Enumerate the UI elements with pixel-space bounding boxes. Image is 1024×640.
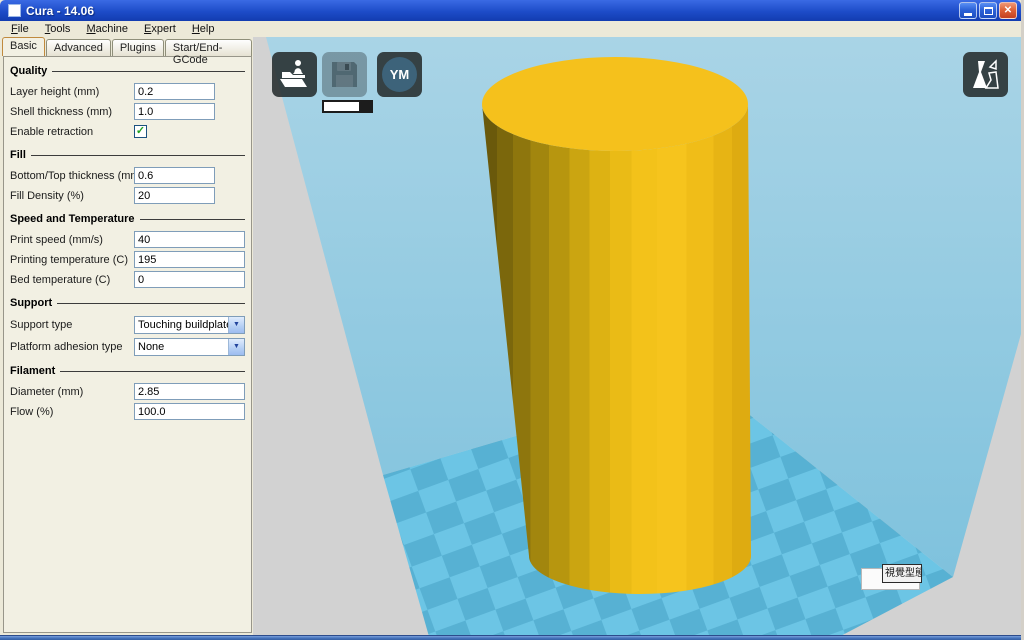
bottom-top-thickness-label: Bottom/Top thickness (mm) <box>10 170 134 182</box>
print-speed-label: Print speed (mm/s) <box>10 234 134 246</box>
app-icon <box>8 4 21 17</box>
view-mode-icon <box>969 58 1002 91</box>
close-button[interactable]: ✕ <box>999 2 1017 19</box>
youmagine-logo: YM <box>382 57 417 92</box>
view-mode-tooltip: 視覺型態 <box>882 564 922 583</box>
section-rule <box>52 71 245 72</box>
support-type-label: Support type <box>10 319 134 331</box>
section-fill: Fill Bottom/Top thickness (mm) Fill Dens… <box>10 149 245 204</box>
section-rule <box>31 155 245 156</box>
tab-plugins[interactable]: Plugins <box>112 39 164 56</box>
titlebar[interactable]: Cura - 14.06 ✕ <box>0 0 1021 21</box>
model-cylinder-top[interactable] <box>482 57 748 151</box>
enable-retraction-checkbox[interactable]: ✓ <box>134 125 147 138</box>
section-rule <box>57 303 245 304</box>
section-quality: Quality Layer height (mm) Shell thicknes… <box>10 65 245 140</box>
section-title: Filament <box>10 365 55 377</box>
bed-temperature-label: Bed temperature (C) <box>10 274 134 286</box>
settings-column: Basic Advanced Plugins Start/End-GCode Q… <box>0 37 253 635</box>
section-speed-temperature: Speed and Temperature Print speed (mm/s)… <box>10 213 245 288</box>
menu-machine[interactable]: Machine <box>78 23 136 35</box>
enable-retraction-label: Enable retraction <box>10 126 134 138</box>
tab-bar: Basic Advanced Plugins Start/End-GCode <box>0 37 253 56</box>
section-filament: Filament Diameter (mm) Flow (%) <box>10 365 245 420</box>
menu-expert[interactable]: Expert <box>136 23 184 35</box>
cura-window: Cura - 14.06 ✕ File Tools Machine Expert… <box>0 0 1024 640</box>
section-title: Speed and Temperature <box>10 213 135 225</box>
flow-input[interactable] <box>134 403 245 420</box>
settings-panel: Quality Layer height (mm) Shell thicknes… <box>3 56 252 633</box>
menu-help[interactable]: Help <box>184 23 223 35</box>
layer-height-label: Layer height (mm) <box>10 86 134 98</box>
tab-basic[interactable]: Basic <box>2 37 45 56</box>
bed-temperature-input[interactable] <box>134 271 245 288</box>
flow-label: Flow (%) <box>10 406 134 418</box>
slice-progress-fill <box>324 102 359 111</box>
shell-thickness-label: Shell thickness (mm) <box>10 106 134 118</box>
view-mode-button[interactable] <box>963 52 1008 97</box>
platform-adhesion-select[interactable]: None ▼ <box>134 338 245 356</box>
printing-temperature-label: Printing temperature (C) <box>10 254 134 266</box>
section-rule <box>140 219 246 220</box>
load-model-button[interactable] <box>272 52 317 97</box>
minimize-button[interactable] <box>959 2 977 19</box>
shell-thickness-input[interactable] <box>134 103 215 120</box>
slice-progress-bar <box>322 100 373 113</box>
section-rule <box>60 371 245 372</box>
platform-adhesion-label: Platform adhesion type <box>10 341 134 353</box>
chevron-down-icon[interactable]: ▼ <box>228 339 244 355</box>
minimize-icon <box>964 13 972 16</box>
save-toolpath-button[interactable] <box>322 52 367 97</box>
window-border-bottom <box>0 635 1021 640</box>
scene-3d[interactable] <box>253 37 1021 635</box>
fill-density-label: Fill Density (%) <box>10 190 134 202</box>
section-title: Support <box>10 297 52 309</box>
diameter-input[interactable] <box>134 383 245 400</box>
section-support: Support Support type Touching buildplate… <box>10 297 245 356</box>
printing-temperature-input[interactable] <box>134 251 245 268</box>
fill-density-input[interactable] <box>134 187 215 204</box>
chevron-down-icon[interactable]: ▼ <box>228 317 244 333</box>
support-type-select[interactable]: Touching buildplate ▼ <box>134 316 245 334</box>
load-model-icon <box>278 58 311 91</box>
restore-icon <box>984 7 993 15</box>
check-icon: ✓ <box>136 126 145 137</box>
window-title: Cura - 14.06 <box>26 4 959 18</box>
tab-start-end-gcode[interactable]: Start/End-GCode <box>165 39 252 56</box>
layer-height-input[interactable] <box>134 83 215 100</box>
print-speed-input[interactable] <box>134 231 245 248</box>
tab-advanced[interactable]: Advanced <box>46 39 111 56</box>
menu-tools[interactable]: Tools <box>37 23 79 35</box>
menu-bar: File Tools Machine Expert Help <box>0 21 1021 37</box>
diameter-label: Diameter (mm) <box>10 386 134 398</box>
viewport-3d[interactable]: YM 視覺型態 <box>253 37 1021 635</box>
section-title: Fill <box>10 149 26 161</box>
save-icon <box>329 59 360 90</box>
section-title: Quality <box>10 65 47 77</box>
bottom-top-thickness-input[interactable] <box>134 167 215 184</box>
menu-file[interactable]: File <box>3 23 37 35</box>
youmagine-share-button[interactable]: YM <box>377 52 422 97</box>
restore-button[interactable] <box>979 2 997 19</box>
